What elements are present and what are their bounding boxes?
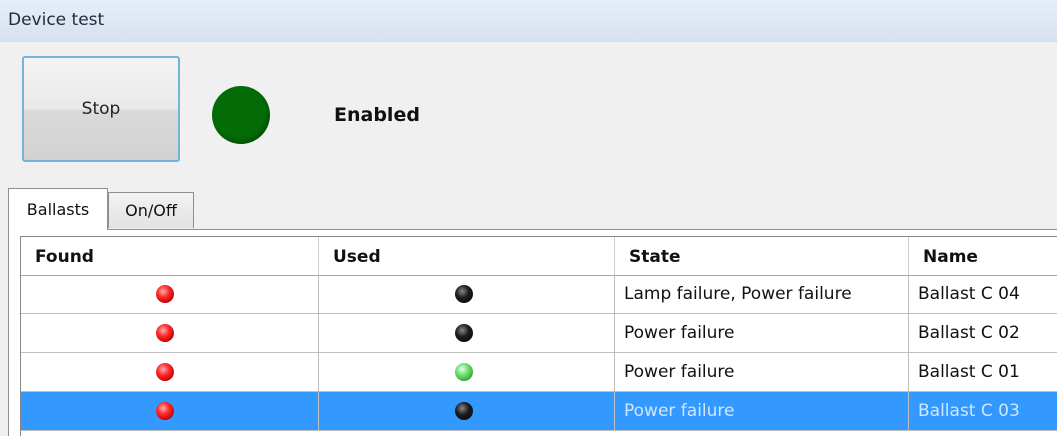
used-cell <box>319 275 615 314</box>
tab-on-off[interactable]: On/Off <box>108 192 194 228</box>
status-label: Enabled <box>334 104 420 126</box>
column-header-state[interactable]: State <box>615 237 909 275</box>
table-row[interactable]: Power failure Ballast C 03 <box>21 392 1057 431</box>
state-cell: Lamp failure, Power failure <box>615 275 909 314</box>
found-indicator-icon <box>156 363 174 381</box>
table-row[interactable]: Power failure Ballast C 02 <box>21 314 1057 353</box>
name-cell: Ballast C 03 <box>909 392 1057 431</box>
stop-button[interactable]: Stop <box>22 56 180 162</box>
found-cell <box>21 275 319 314</box>
name-cell: Ballast C 04 <box>909 275 1057 314</box>
column-header-name[interactable]: Name <box>909 237 1057 275</box>
table-row[interactable]: Power failure Ballast C 01 <box>21 353 1057 392</box>
used-cell <box>319 392 615 431</box>
used-indicator-icon <box>455 285 473 303</box>
used-indicator-icon <box>455 363 473 381</box>
state-cell: Power failure <box>615 392 909 431</box>
used-cell <box>319 314 615 353</box>
column-header-used[interactable]: Used <box>319 237 615 275</box>
status-indicator-icon <box>212 86 270 144</box>
table-header: Found Used State Name <box>21 237 1057 276</box>
state-cell: Power failure <box>615 314 909 353</box>
found-cell <box>21 353 319 392</box>
window-titlebar: Device test <box>0 0 1057 43</box>
used-indicator-icon <box>455 402 473 420</box>
name-cell: Ballast C 01 <box>909 353 1057 392</box>
column-header-found[interactable]: Found <box>21 237 319 275</box>
state-cell: Power failure <box>615 353 909 392</box>
used-indicator-icon <box>455 324 473 342</box>
table-row[interactable]: Lamp failure, Power failure Ballast C 04 <box>21 275 1057 314</box>
found-indicator-icon <box>156 285 174 303</box>
found-cell <box>21 392 319 431</box>
found-indicator-icon <box>156 324 174 342</box>
tab-ballasts[interactable]: Ballasts <box>8 188 108 230</box>
window-title: Device test <box>8 10 105 30</box>
found-cell <box>21 314 319 353</box>
ballast-table: Found Used State Name Lamp failure, Powe… <box>20 236 1057 436</box>
found-indicator-icon <box>156 402 174 420</box>
name-cell: Ballast C 02 <box>909 314 1057 353</box>
used-cell <box>319 353 615 392</box>
